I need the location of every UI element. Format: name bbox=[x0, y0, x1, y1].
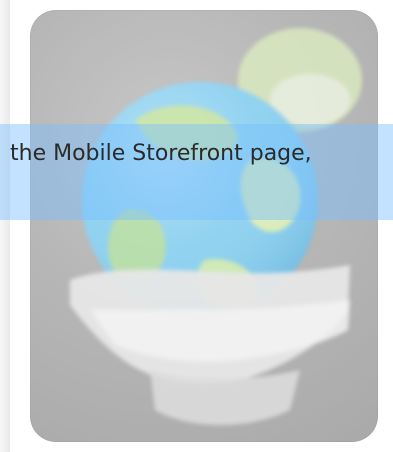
app-icon-tile[interactable] bbox=[30, 10, 378, 442]
globe-cart-icon bbox=[70, 28, 362, 425]
left-edge-strip bbox=[0, 0, 10, 452]
caption-text: the Mobile Storefront page, bbox=[10, 141, 312, 166]
screenshot-stage: the Mobile Storefront page, bbox=[0, 0, 393, 452]
